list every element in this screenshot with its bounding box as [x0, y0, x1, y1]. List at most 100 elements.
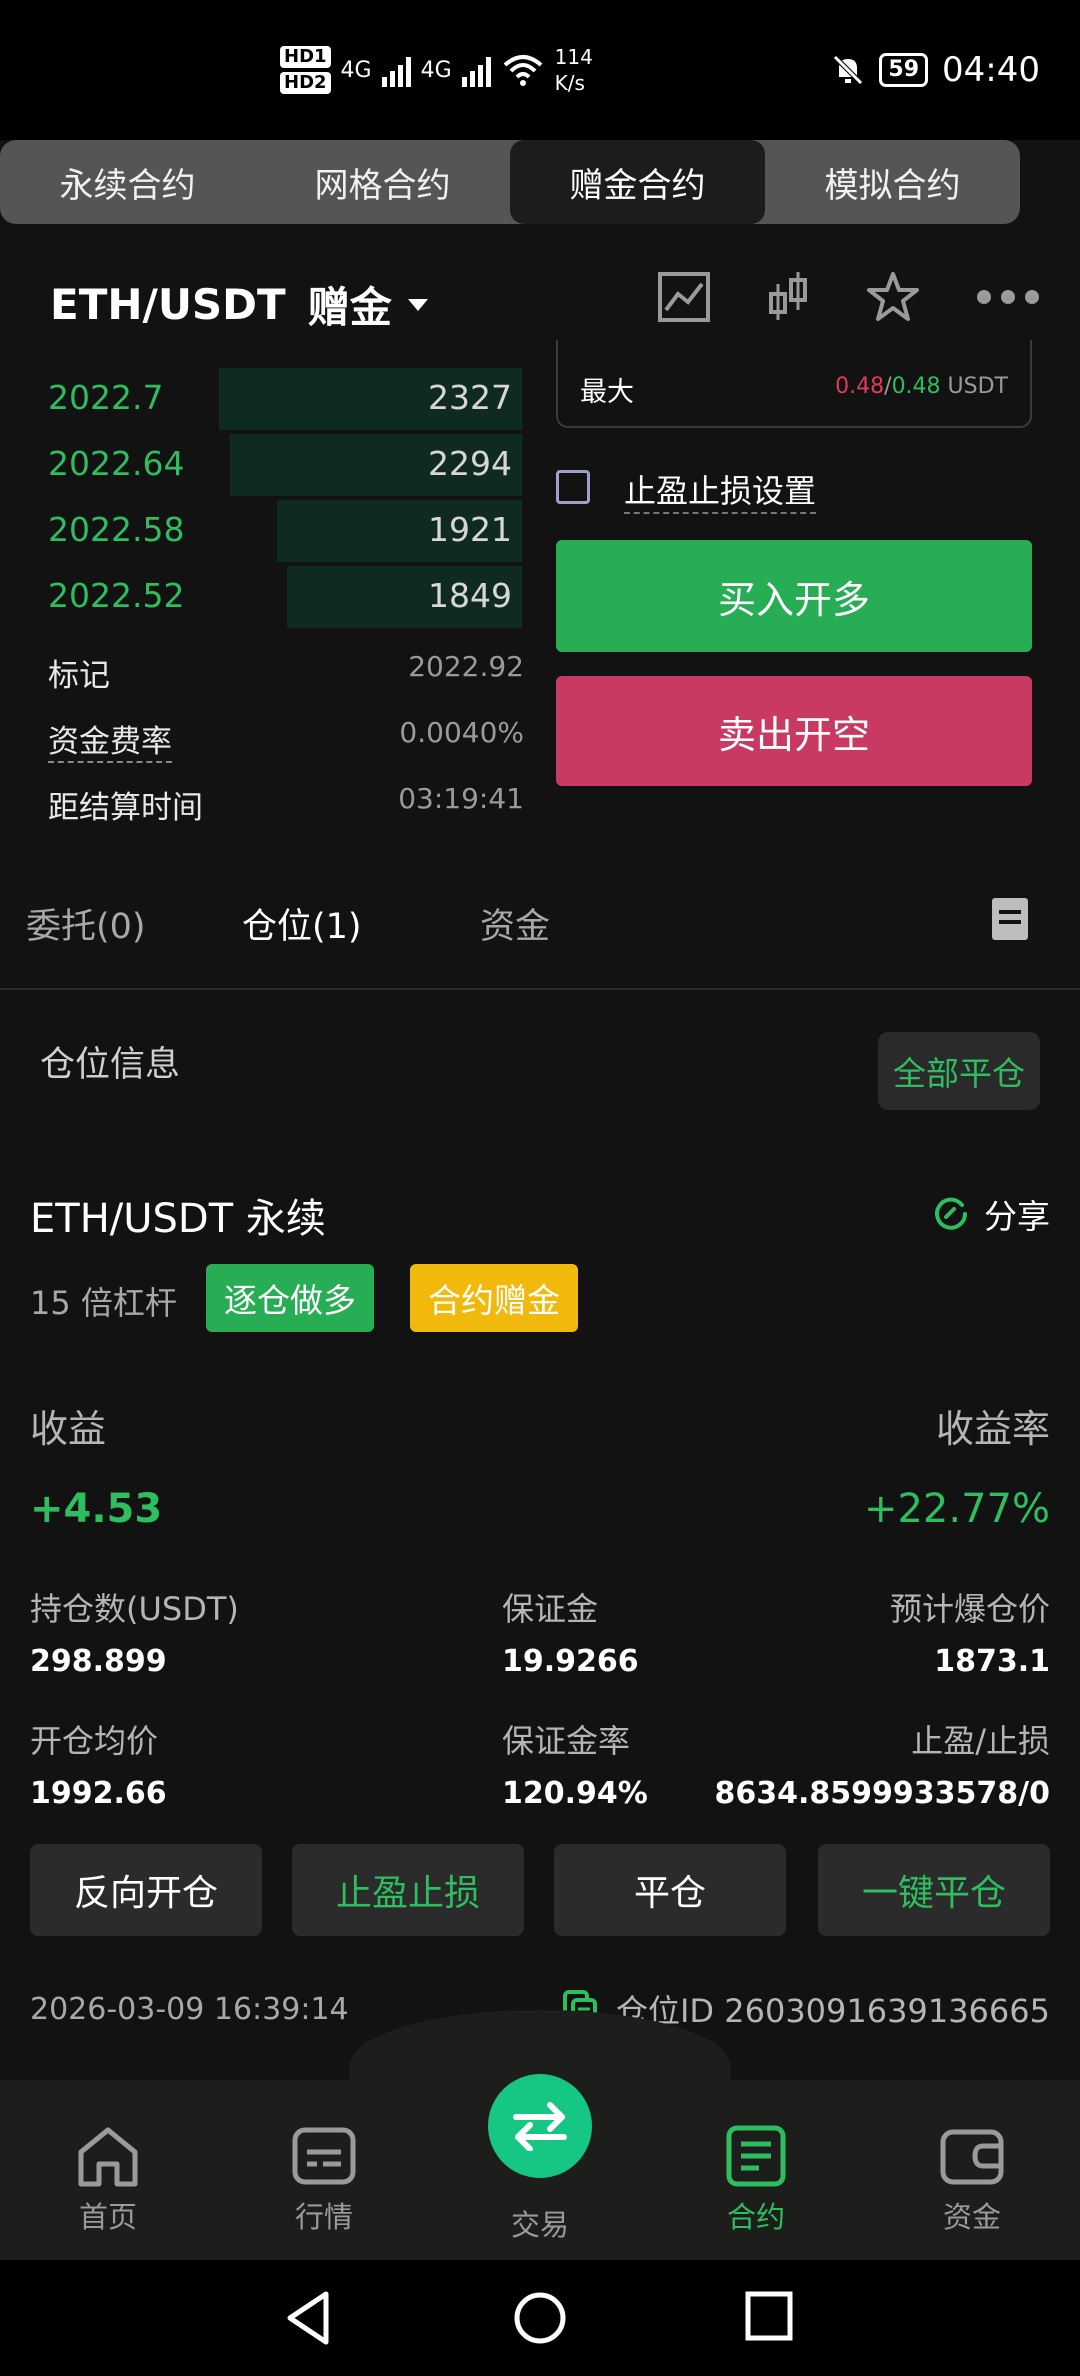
status-bar: HD1 HD2 4G 4G 114 K/s 59 04:40: [0, 0, 1080, 140]
close-all-button[interactable]: 全部平仓: [878, 1032, 1040, 1110]
bid-qty: 2294: [428, 444, 512, 483]
funding-label[interactable]: 资金费率: [48, 716, 172, 763]
bid-price: 2022.58: [48, 510, 185, 549]
position-id-label: 仓位ID 2603091639136665: [615, 1992, 1050, 2030]
signal-icon: [381, 53, 411, 87]
chart-line-icon[interactable]: [658, 272, 710, 322]
network-type-1: 4G: [340, 57, 372, 83]
mark-price-row: 标记 2022.92: [48, 650, 524, 695]
orderbook: 2022.7 2327 2022.64 2294 2022.58 1921 20…: [0, 368, 530, 628]
nav-wallet-label: 资金: [942, 2200, 1001, 2234]
net-speed: 114 K/s: [555, 44, 593, 96]
tpsl-label: 止盈/止损: [911, 1722, 1050, 1760]
wifi-icon: [503, 55, 542, 86]
funding-rate-row: 资金费率 0.0040%: [48, 716, 524, 763]
entry-price-label: 开仓均价: [30, 1722, 159, 1760]
tpsl-checkbox[interactable]: [556, 470, 590, 504]
reverse-open-button[interactable]: 反向开仓: [30, 1844, 262, 1936]
tab-positions[interactable]: 仓位(1): [242, 898, 362, 949]
share-icon: [935, 1197, 967, 1230]
quick-close-button[interactable]: 一键平仓: [818, 1844, 1050, 1936]
hd1-badge: HD1: [280, 46, 331, 68]
mark-label: 标记: [48, 658, 110, 694]
signal-icon-2: [461, 53, 491, 87]
swap-icon: [513, 2102, 567, 2151]
market-icon: [292, 2127, 356, 2185]
margin-value: 19.9266: [502, 1644, 639, 1679]
size-label: 持仓数(USDT): [30, 1590, 239, 1628]
funding-value: 0.0040%: [399, 716, 524, 749]
hd2-badge: HD2: [280, 72, 331, 94]
document-list-icon[interactable]: [992, 898, 1028, 940]
recents-icon[interactable]: [744, 2290, 794, 2342]
nav-home[interactable]: 首页: [28, 2124, 188, 2236]
tab-funds[interactable]: 资金: [480, 898, 550, 949]
candlestick-icon[interactable]: [766, 270, 810, 324]
tab-grid[interactable]: 网格合约: [255, 140, 510, 224]
bid-price: 2022.52: [48, 576, 185, 615]
nav-contract-label: 合约: [726, 2200, 785, 2234]
home-circle-icon[interactable]: [512, 2290, 568, 2346]
wallet-icon: [940, 2129, 1004, 2185]
clock: 04:40: [942, 50, 1040, 90]
tab-simulated[interactable]: 模拟合约: [765, 140, 1020, 224]
position-pair: ETH/USDT 永续: [30, 1196, 326, 1242]
nav-wallet[interactable]: 资金: [892, 2124, 1052, 2236]
hd-indicators: HD1 HD2: [280, 46, 331, 94]
side-badge: 逐仓做多: [206, 1264, 374, 1332]
max-sell-value: 0.48: [835, 374, 885, 399]
pair-mode: 赠金: [307, 283, 392, 332]
header-actions: [658, 270, 1040, 324]
bid-qty: 1849: [428, 576, 512, 615]
nav-trade[interactable]: [488, 2074, 592, 2178]
max-buy-value: 0.48: [891, 374, 941, 399]
nav-contract[interactable]: 合约: [676, 2124, 836, 2236]
pair-selector[interactable]: ETH/USDT 赠金: [50, 274, 428, 335]
mark-value: 2022.92: [408, 650, 524, 683]
position-time: 2026-03-09 16:39:14: [30, 1992, 349, 2027]
close-position-button[interactable]: 平仓: [554, 1844, 786, 1936]
sell-short-button[interactable]: 卖出开空: [556, 676, 1032, 786]
position-section-title: 仓位信息: [40, 1045, 181, 1085]
max-value: 0.48/0.48 USDT: [835, 374, 1008, 399]
net-speed-unit: K/s: [554, 71, 585, 95]
nav-market-label: 行情: [294, 2200, 353, 2234]
tab-orders[interactable]: 委托(0): [26, 898, 146, 949]
max-amount-box: 最大 0.48/0.48 USDT: [556, 340, 1032, 428]
status-right: 59 04:40: [831, 50, 1040, 90]
tab-bonus[interactable]: 赠金合约: [510, 140, 765, 224]
share-label: 分享: [984, 1197, 1050, 1236]
caret-down-icon: [407, 298, 428, 311]
net-speed-value: 114: [554, 45, 593, 69]
pnl-value: +4.53: [30, 1486, 163, 1532]
bid-price: 2022.64: [48, 444, 185, 483]
margin-ratio-value: 120.94%: [502, 1776, 648, 1811]
home-icon: [78, 2127, 138, 2187]
orderbook-row[interactable]: 2022.64 2294: [0, 434, 530, 496]
tab-perpetual[interactable]: 永续合约: [0, 140, 255, 224]
orderbook-row[interactable]: 2022.52 1849: [0, 566, 530, 628]
back-icon[interactable]: [282, 2290, 334, 2346]
settle-value: 03:19:41: [398, 782, 524, 815]
margin-label: 保证金: [502, 1590, 599, 1628]
max-unit: USDT: [947, 374, 1008, 399]
settle-label: 距结算时间: [48, 790, 203, 826]
orders-tabs: 委托(0) 仓位(1) 资金: [0, 880, 1080, 990]
orderbook-row[interactable]: 2022.7 2327: [0, 368, 530, 430]
share-button[interactable]: 分享: [932, 1190, 1050, 1238]
buy-long-button[interactable]: 买入开多: [556, 540, 1032, 652]
max-separator: /: [884, 374, 892, 399]
settle-time-row: 距结算时间 03:19:41: [48, 782, 524, 827]
pair-name: ETH/USDT: [50, 280, 286, 329]
orderbook-row[interactable]: 2022.58 1921: [0, 500, 530, 562]
roe-label: 收益率: [935, 1407, 1050, 1451]
mute-bell-icon: [833, 55, 864, 85]
tpsl-setting-label[interactable]: 止盈止损设置: [624, 466, 817, 514]
entry-price-value: 1992.66: [30, 1776, 167, 1811]
tpsl-button[interactable]: 止盈止损: [292, 1844, 524, 1936]
star-icon[interactable]: [866, 271, 920, 323]
liq-price-label: 预计爆仓价: [889, 1590, 1050, 1628]
nav-market[interactable]: 行情: [244, 2124, 404, 2236]
pnl-label: 收益: [30, 1407, 107, 1451]
more-dots-icon[interactable]: [976, 289, 1040, 305]
